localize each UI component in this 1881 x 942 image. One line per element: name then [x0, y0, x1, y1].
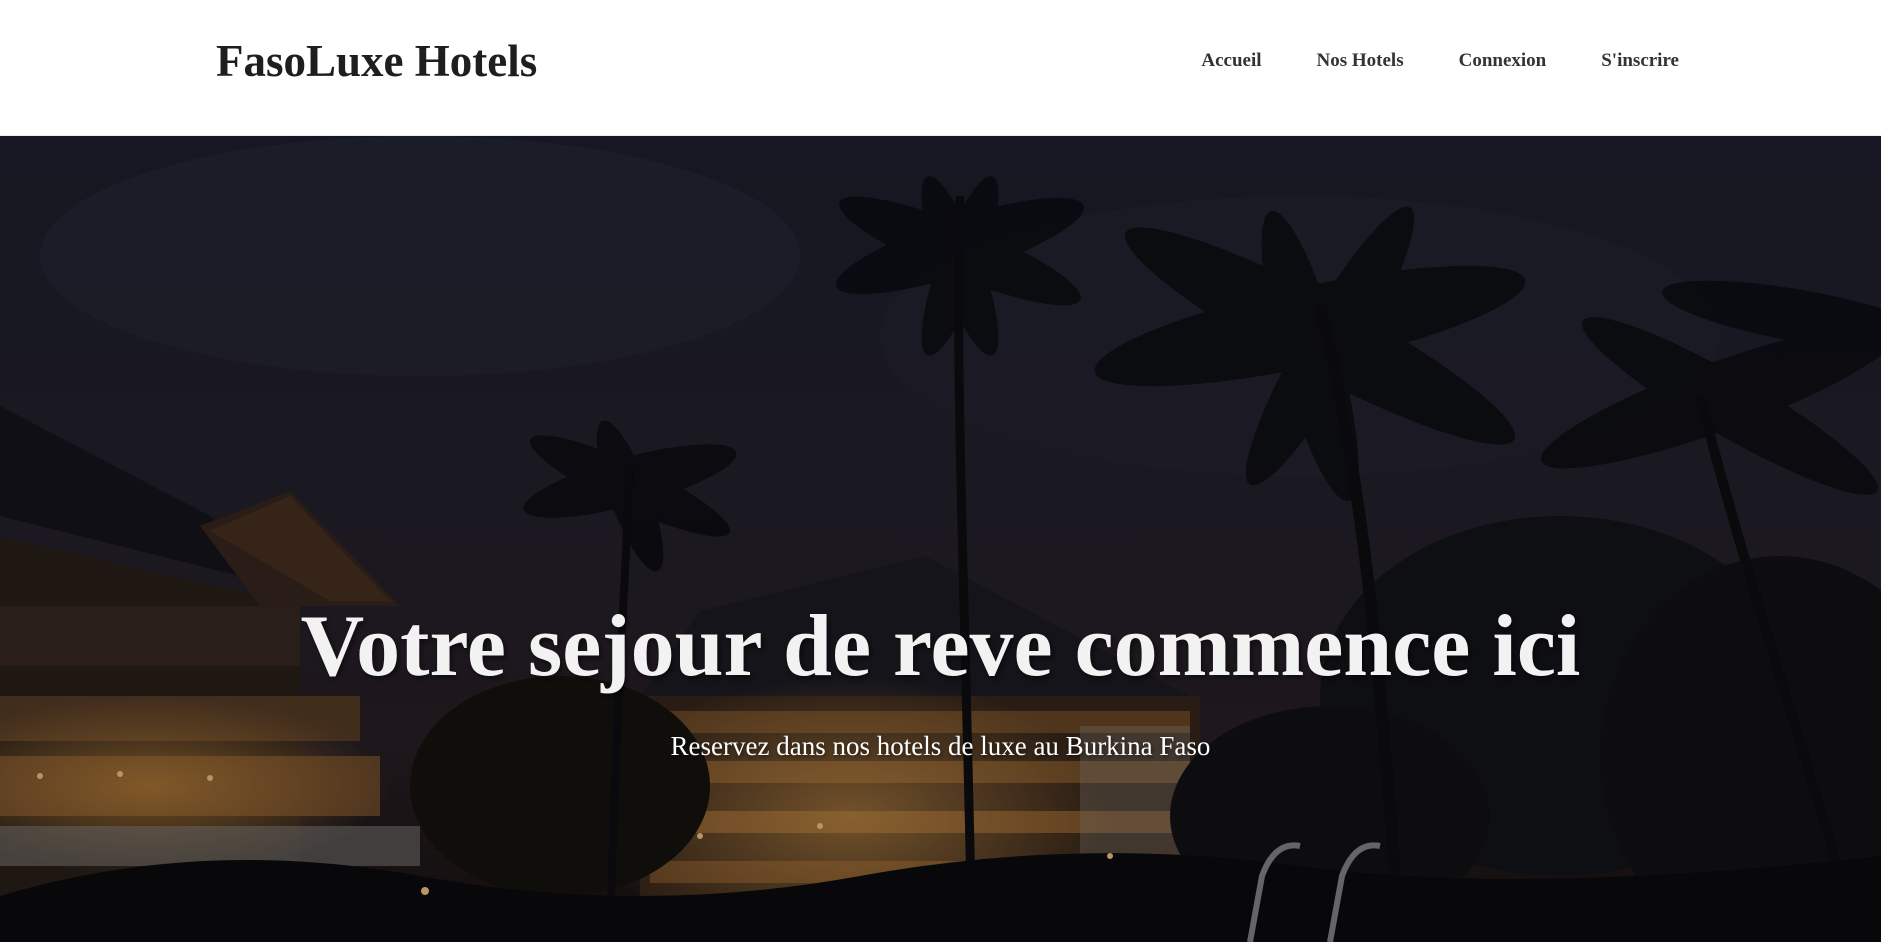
nav-item-inscrire: S'inscrire [1601, 48, 1679, 74]
nav-link-connexion[interactable]: Connexion [1459, 50, 1547, 71]
nav-item-accueil: Accueil [1201, 48, 1261, 74]
hero-background-image [0, 136, 1881, 942]
nav-item-connexion: Connexion [1459, 48, 1547, 74]
hero-title: Votre sejour de reve commence ici [300, 598, 1581, 695]
hero-subtitle: Reservez dans nos hotels de luxe au Burk… [670, 731, 1211, 761]
nav-link-inscrire[interactable]: S'inscrire [1601, 50, 1679, 71]
nav-link-accueil[interactable]: Accueil [1201, 50, 1261, 71]
main-nav: Accueil Nos Hotels Connexion S'inscrire [1201, 48, 1679, 74]
hero-section: Votre sejour de reve commence ici Reserv… [0, 136, 1881, 942]
brand-logo[interactable]: FasoLuxe Hotels [216, 32, 537, 90]
site-header: FasoLuxe Hotels Accueil Nos Hotels Conne… [0, 0, 1881, 136]
nav-link-nos-hotels[interactable]: Nos Hotels [1317, 50, 1404, 71]
nav-item-nos-hotels: Nos Hotels [1317, 48, 1404, 74]
